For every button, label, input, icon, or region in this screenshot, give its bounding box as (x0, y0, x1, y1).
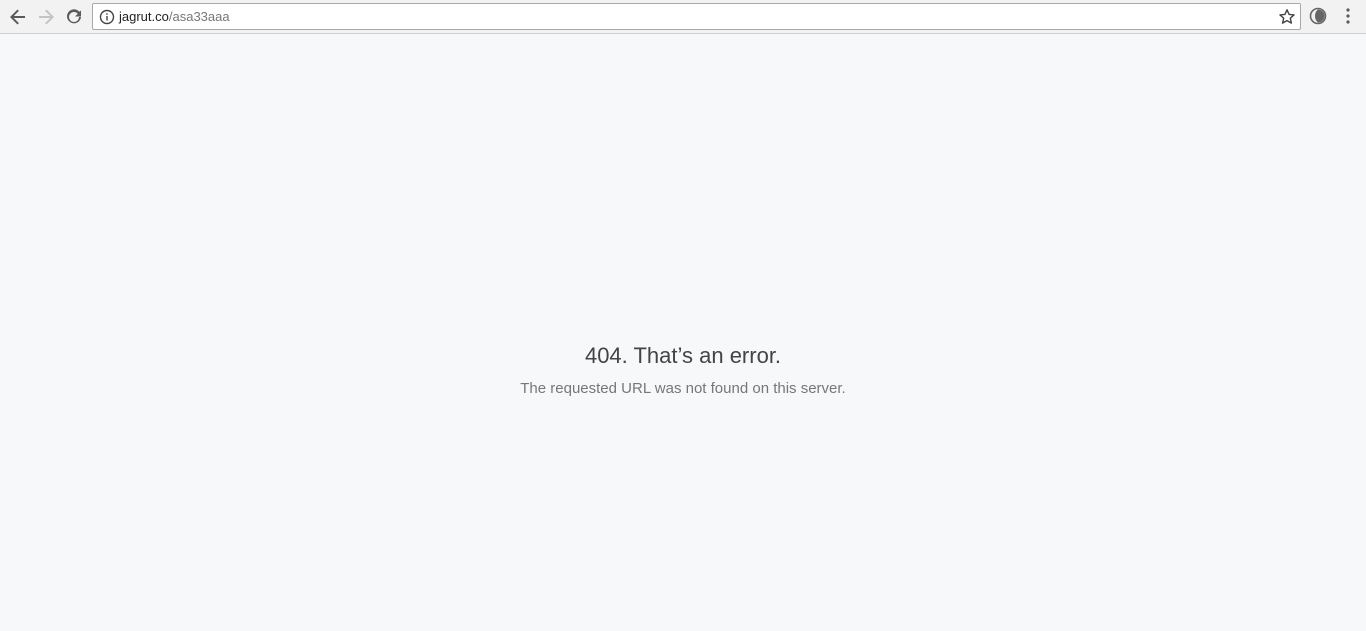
reload-button[interactable] (62, 5, 86, 29)
info-icon[interactable] (99, 9, 115, 25)
address-bar[interactable]: jagrut.co/asa33aaa (92, 3, 1301, 30)
url-path: /asa33aaa (168, 9, 230, 24)
error-message: The requested URL was not found on this … (520, 380, 846, 397)
url-text[interactable]: jagrut.co/asa33aaa (119, 9, 230, 25)
url-host: jagrut.co (119, 9, 169, 24)
error-title: 404. That’s an error. (584, 343, 782, 368)
star-icon[interactable] (1278, 8, 1296, 26)
back-button[interactable] (6, 5, 30, 29)
forward-button[interactable] (34, 5, 58, 29)
arrow-left-icon (10, 9, 25, 25)
extension-icon[interactable] (1308, 6, 1328, 26)
arrow-right-icon (39, 9, 54, 25)
browser-toolbar: jagrut.co/asa33aaa (0, 0, 1366, 34)
page-content: 404. That’s an error. The requested URL … (0, 35, 1366, 631)
reload-icon (67, 9, 81, 24)
kebab-menu-icon[interactable] (1340, 6, 1356, 26)
